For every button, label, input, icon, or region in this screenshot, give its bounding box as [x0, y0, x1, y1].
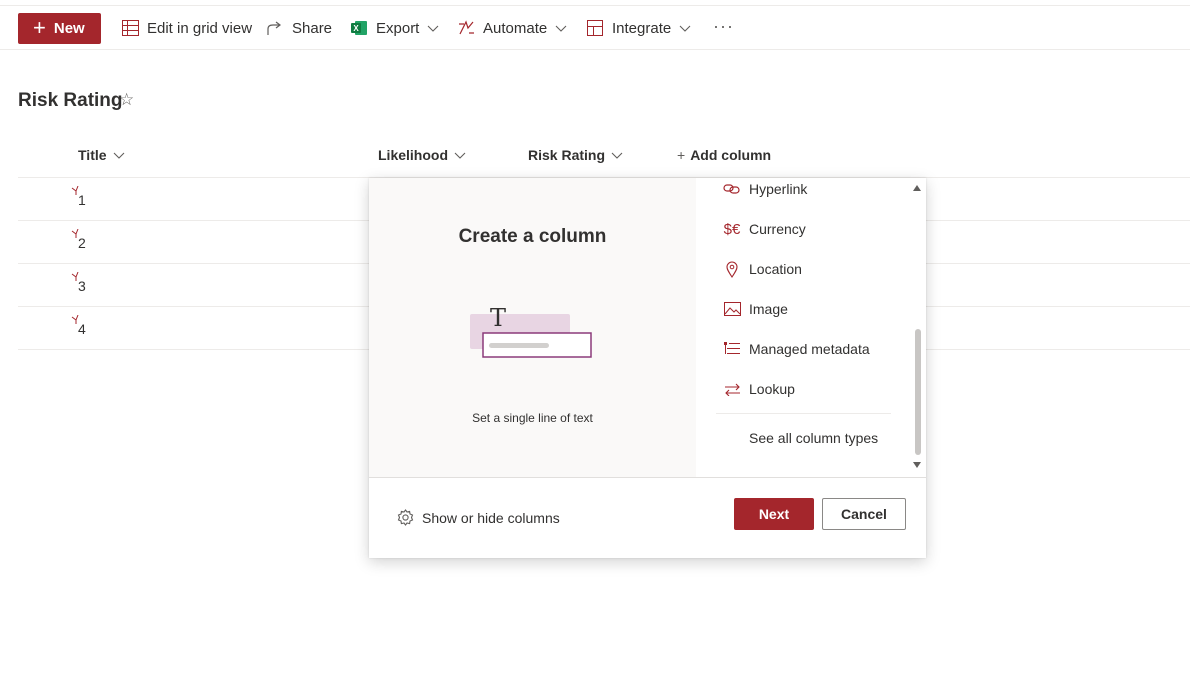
gear-icon [397, 509, 415, 527]
type-list-divider [716, 413, 891, 414]
column-type-label: Location [749, 261, 802, 277]
panel-footer: Show or hide columns Next Cancel [369, 477, 926, 558]
link-icon [723, 180, 741, 198]
svg-text:T: T [490, 304, 506, 332]
chevron-down-icon [611, 152, 623, 159]
scrollbar-thumb[interactable] [915, 329, 921, 455]
excel-icon: X [350, 19, 368, 37]
edit-grid-view-label: Edit in grid view [147, 19, 253, 37]
lookup-arrows-icon [723, 380, 741, 398]
panel-title: Create a column [458, 226, 607, 247]
integrate-label: Integrate [612, 19, 672, 37]
column-type-lookup[interactable]: Lookup [723, 379, 795, 399]
column-preview-pane: Create a column T Set a single line of t… [369, 178, 696, 477]
scroll-down-arrow-icon[interactable] [912, 461, 922, 469]
column-header-likelihood[interactable]: Likelihood [378, 147, 466, 163]
chevron-down-icon [113, 152, 124, 159]
svg-text:X: X [353, 24, 359, 33]
chevron-down-icon [555, 25, 567, 32]
chevron-down-icon [454, 152, 466, 159]
show-hide-columns-button[interactable]: Show or hide columns [397, 509, 560, 527]
location-pin-icon [723, 260, 741, 278]
automate-button[interactable]: Automate [457, 18, 567, 38]
share-button[interactable]: Share [266, 18, 332, 38]
new-button-label: New [53, 20, 85, 37]
column-type-location[interactable]: Location [723, 259, 802, 279]
preview-caption: Set a single line of text [472, 411, 593, 425]
automate-label: Automate [483, 19, 548, 37]
row-title-cell[interactable]: 3 [78, 278, 86, 294]
column-type-label: Hyperlink [749, 181, 808, 197]
next-button[interactable]: Next [734, 498, 814, 530]
row-title-cell[interactable]: 4 [78, 321, 86, 337]
column-type-managed-metadata[interactable]: Managed metadata [723, 339, 870, 359]
column-header-label: Title [78, 147, 107, 163]
chevron-down-icon [679, 25, 691, 32]
edit-grid-view-button[interactable]: Edit in grid view [121, 18, 252, 38]
row-title-cell[interactable]: 1 [78, 192, 86, 208]
column-type-label: Image [749, 301, 788, 317]
see-all-column-types-link[interactable]: See all column types [749, 430, 878, 446]
column-header-risk-rating[interactable]: Risk Rating [528, 147, 623, 163]
image-icon [723, 300, 741, 318]
share-label: Share [292, 19, 333, 37]
integrate-icon [586, 19, 604, 37]
grid-icon [121, 19, 139, 37]
automate-icon [457, 19, 475, 37]
column-type-label: Currency [749, 221, 806, 237]
add-column-button[interactable]: + Add column [677, 147, 771, 163]
metadata-icon [723, 340, 741, 358]
integrate-button[interactable]: Integrate [586, 18, 691, 38]
command-bar: + New Edit in grid view Share X Export A… [0, 6, 1190, 50]
text-column-illustration-icon: T [470, 304, 592, 358]
column-header-label: Risk Rating [528, 147, 606, 163]
column-header-label: Likelihood [378, 147, 448, 163]
more-options-button[interactable]: ··· [713, 16, 734, 37]
add-column-label: Add column [690, 147, 772, 163]
column-type-hyperlink[interactable]: Hyperlink [723, 179, 807, 199]
currency-icon: $€ [723, 220, 741, 238]
new-button[interactable]: + New [18, 13, 101, 44]
column-type-list: Hyperlink $€ Currency Location Image Man… [696, 178, 926, 477]
share-icon [266, 19, 284, 37]
export-button[interactable]: X Export [350, 18, 439, 38]
column-type-label: Managed metadata [749, 341, 870, 357]
create-column-panel: Create a column T Set a single line of t… [369, 178, 926, 558]
plus-icon: + [677, 147, 686, 163]
column-type-label: Lookup [749, 381, 795, 397]
chevron-down-icon [427, 25, 439, 32]
column-type-image[interactable]: Image [723, 299, 788, 319]
row-title-cell[interactable]: 2 [78, 235, 86, 251]
export-label: Export [376, 19, 420, 37]
scroll-up-arrow-icon[interactable] [912, 184, 922, 192]
column-header-title[interactable]: Title [78, 147, 125, 163]
cancel-button[interactable]: Cancel [822, 498, 906, 530]
column-type-currency[interactable]: $€ Currency [723, 219, 806, 239]
page-title: Risk Rating [18, 90, 123, 111]
show-hide-columns-label: Show or hide columns [422, 510, 560, 526]
favorite-star-icon[interactable]: ☆ [119, 90, 134, 110]
plus-icon: + [33, 14, 46, 40]
